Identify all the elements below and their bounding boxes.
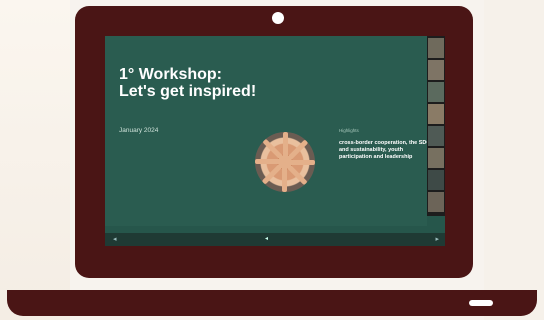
laptop-base [7,290,537,316]
slide-date: January 2024 [119,127,159,134]
participant-tile[interactable] [428,170,444,190]
participant-tile[interactable] [428,60,444,80]
highlights-text: cross-border cooperation, the SDGs and s… [339,140,434,160]
participant-strip[interactable] [427,36,445,216]
trackpad-slot [469,300,493,306]
presentation-control-bar: ◂ ◂ ▸ [105,233,445,246]
participant-tile[interactable] [428,82,444,102]
highlights-label: Highlights [339,128,359,133]
chevron-left-icon[interactable]: ◂ [113,235,117,243]
hands-together-photo [255,132,315,192]
background-left [0,0,70,320]
participant-tile[interactable] [428,126,444,146]
background-right [484,0,544,320]
participant-tile[interactable] [428,192,444,212]
laptop-screen: 1° Workshop: Let's get inspired! January… [105,36,445,246]
slide-nav-icon[interactable]: ◂ [265,235,268,242]
chevron-right-icon[interactable]: ▸ [435,235,439,243]
presentation-slide: 1° Workshop: Let's get inspired! January… [105,36,434,226]
participant-tile[interactable] [428,104,444,124]
webcam-icon [272,12,284,24]
participant-tile[interactable] [428,38,444,58]
participant-tile[interactable] [428,148,444,168]
slide-title: 1° Workshop: Let's get inspired! [119,66,257,100]
